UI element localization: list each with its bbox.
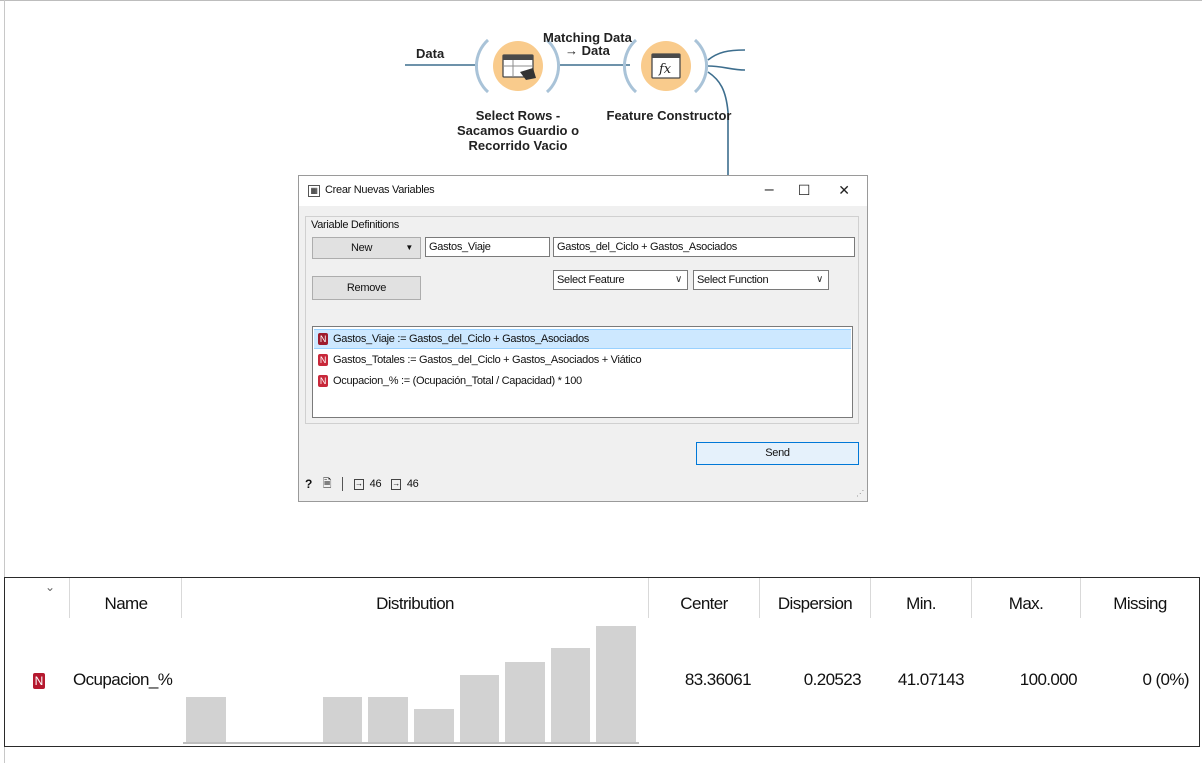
- output-link-2: [707, 65, 746, 71]
- output-link-3: [707, 71, 729, 176]
- close-button[interactable]: ✕: [829, 179, 859, 201]
- histogram-bar: [550, 648, 591, 742]
- report-icon[interactable]: 🗎: [323, 474, 332, 494]
- input-icon: →: [353, 478, 364, 490]
- help-icon[interactable]: ?: [305, 474, 312, 494]
- output-count: 46: [406, 478, 419, 491]
- output-icon: →: [391, 478, 402, 490]
- header-min[interactable]: Min.: [871, 578, 971, 627]
- select-rows-title: Select Rows - Sacamos Guardio o Recorrid…: [456, 108, 580, 153]
- feature-constructor-title: Feature Constructor: [606, 108, 732, 123]
- header-name[interactable]: Name: [71, 578, 181, 627]
- list-item[interactable]: N Ocupacion_% := (Ocupación_Total / Capac…: [314, 371, 851, 391]
- variable-list[interactable]: N Gastos_Viaje := Gastos_del_Ciclo + Gast…: [312, 326, 853, 418]
- histogram-bar: [414, 708, 454, 742]
- header-dispersion[interactable]: Dispersion: [760, 578, 870, 627]
- status-divider: [342, 477, 344, 492]
- list-item[interactable]: N Gastos_Totales := Gastos_del_Ciclo + Ga…: [314, 350, 851, 370]
- remove-variable-button[interactable]: Remove: [312, 276, 421, 300]
- variable-definition-text: Gastos_Viaje := Gastos_del_Ciclo + Gasto…: [333, 333, 589, 345]
- histogram-bar: [596, 626, 636, 742]
- variable-definitions-title: Variable Definitions: [309, 219, 401, 231]
- header-missing[interactable]: Missing: [1081, 578, 1199, 627]
- distribution-histogram: [183, 620, 649, 746]
- header-max[interactable]: Max.: [972, 578, 1080, 627]
- resize-grip-icon[interactable]: ⋰: [856, 489, 864, 498]
- select-function-dropdown[interactable]: Select Function ∨: [693, 270, 829, 290]
- input-data-label: Data: [416, 46, 445, 61]
- new-variable-button[interactable]: New ▼: [312, 237, 421, 259]
- expression-input[interactable]: Gastos_del_Ciclo + Gastos_Asociados: [553, 237, 855, 257]
- workflow-links: fx: [405, 38, 746, 176]
- chevron-down-icon: ▼: [405, 243, 413, 252]
- dialog-titlebar[interactable]: ▦ Crear Nuevas Variables – ☐ ✕: [299, 176, 867, 206]
- fx-icon: fx: [651, 53, 681, 79]
- link-label: Matching Data → Data: [543, 30, 632, 58]
- send-button[interactable]: Send: [696, 442, 859, 465]
- workflow-canvas: fx Data Matching Data → Data Select Rows…: [0, 0, 1202, 180]
- histogram-bar: [186, 697, 226, 742]
- feature-statistics-table: ⌄ Name Distribution Center Dispersion Mi…: [4, 577, 1200, 747]
- numeric-variable-icon: N: [318, 375, 328, 388]
- minimize-button[interactable]: –: [754, 179, 784, 201]
- app-icon: ▦: [308, 185, 320, 197]
- output-link-1: [707, 49, 746, 61]
- variable-name-input[interactable]: Gastos_Viaje: [425, 237, 550, 257]
- numeric-variable-icon: N: [33, 673, 45, 689]
- cell-missing: 0 (0%): [1142, 670, 1190, 689]
- maximize-button[interactable]: ☐: [789, 179, 819, 201]
- chevron-down-icon: ∨: [815, 274, 823, 285]
- column-separator: [69, 578, 70, 618]
- cell-name: Ocupacion_%: [73, 670, 173, 689]
- cell-dispersion: 0.20523: [803, 670, 862, 689]
- histogram-bar: [459, 675, 500, 742]
- status-bar: ? 🗎 → 46 → 46: [305, 474, 419, 494]
- input-count: 46: [369, 478, 382, 491]
- feature-constructor-node[interactable]: fx: [622, 38, 709, 94]
- chevron-down-icon: ∨: [674, 274, 682, 285]
- histogram-bar: [322, 697, 363, 742]
- svg-text:fx: fx: [658, 62, 672, 77]
- cell-center: 83.36061: [684, 670, 752, 689]
- feature-constructor-dialog: ▦ Crear Nuevas Variables – ☐ ✕ Variable …: [298, 175, 868, 502]
- header-center[interactable]: Center: [649, 578, 759, 627]
- variable-definition-text: Ocupacion_% := (Ocupación_Total / Capaci…: [333, 375, 582, 387]
- histogram-bar: [505, 661, 545, 742]
- select-function-label: Select Function: [697, 274, 769, 286]
- cell-min: 41.07143: [897, 670, 965, 689]
- new-button-label: New: [351, 242, 373, 254]
- cell-max: 100.000: [1019, 670, 1078, 689]
- histogram-baseline: [183, 742, 639, 744]
- histogram-bar: [368, 697, 408, 742]
- variable-definition-text: Gastos_Totales := Gastos_del_Ciclo + Gas…: [333, 354, 642, 366]
- sort-chevron-icon[interactable]: ⌄: [45, 580, 55, 594]
- select-feature-label: Select Feature: [557, 274, 625, 286]
- select-rows-icon: [502, 54, 536, 80]
- select-feature-dropdown[interactable]: Select Feature ∨: [553, 270, 688, 290]
- numeric-variable-icon: N: [318, 333, 328, 346]
- list-item[interactable]: N Gastos_Viaje := Gastos_del_Ciclo + Gast…: [314, 329, 851, 349]
- dialog-title: Crear Nuevas Variables: [325, 184, 435, 196]
- numeric-variable-icon: N: [318, 354, 328, 367]
